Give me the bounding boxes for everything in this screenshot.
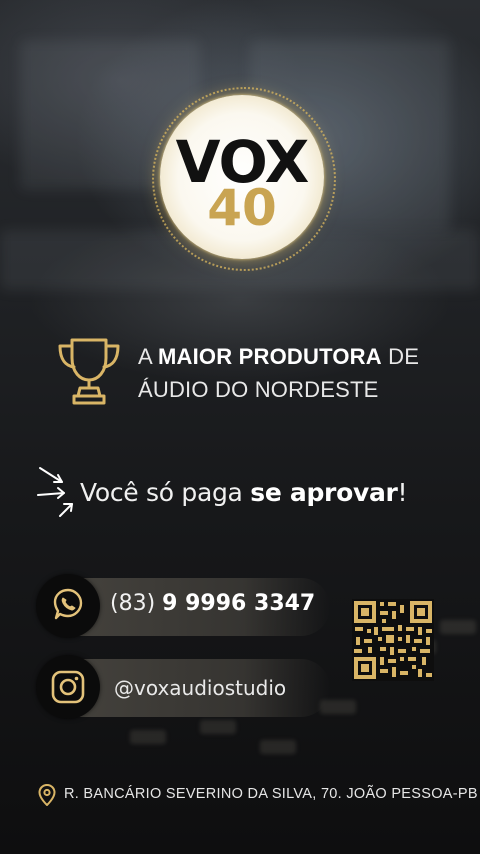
- background-fader: [260, 740, 296, 754]
- phone-number[interactable]: (83) 9 9996 3347: [110, 591, 315, 616]
- address: R. BANCÁRIO SEVERINO DA SILVA, 70. JOÃO …: [64, 786, 478, 802]
- tagline: A MAIOR PRODUTORA DE ÁUDIO DO NORDESTE: [138, 340, 419, 406]
- background-fader: [130, 730, 166, 744]
- trophy-icon: [58, 338, 120, 405]
- tagline-line2: ÁUDIO DO NORDESTE: [138, 377, 379, 402]
- whatsapp-button[interactable]: [36, 574, 100, 638]
- tagline-prefix: A: [138, 344, 158, 369]
- tagline-suffix: DE: [381, 344, 420, 369]
- qr-code-icon[interactable]: [352, 599, 434, 681]
- instagram-icon: [51, 670, 85, 704]
- approval-suffix: !: [397, 478, 408, 507]
- instagram-button[interactable]: [36, 655, 100, 719]
- background-fader: [200, 720, 236, 734]
- tagline-highlight: MAIOR PRODUTORA: [157, 344, 382, 369]
- approval-prefix: Você só paga: [80, 478, 251, 507]
- background-fader: [440, 620, 476, 634]
- tagline-line1: A MAIOR PRODUTORA DE: [138, 340, 419, 373]
- arrows-icon: [37, 467, 73, 517]
- whatsapp-icon: [53, 588, 83, 620]
- location-pin-icon: [38, 784, 56, 806]
- phone-area-code: (83): [110, 591, 163, 616]
- approval-message: Você só paga se aprovar!: [80, 478, 408, 507]
- phone-digits: 9 9996 3347: [162, 591, 316, 616]
- logo: VOX 40: [160, 95, 324, 259]
- logo-number: 40: [207, 179, 277, 237]
- instagram-handle[interactable]: @voxaudiostudio: [114, 676, 286, 700]
- approval-highlight: se aprovar: [250, 478, 398, 507]
